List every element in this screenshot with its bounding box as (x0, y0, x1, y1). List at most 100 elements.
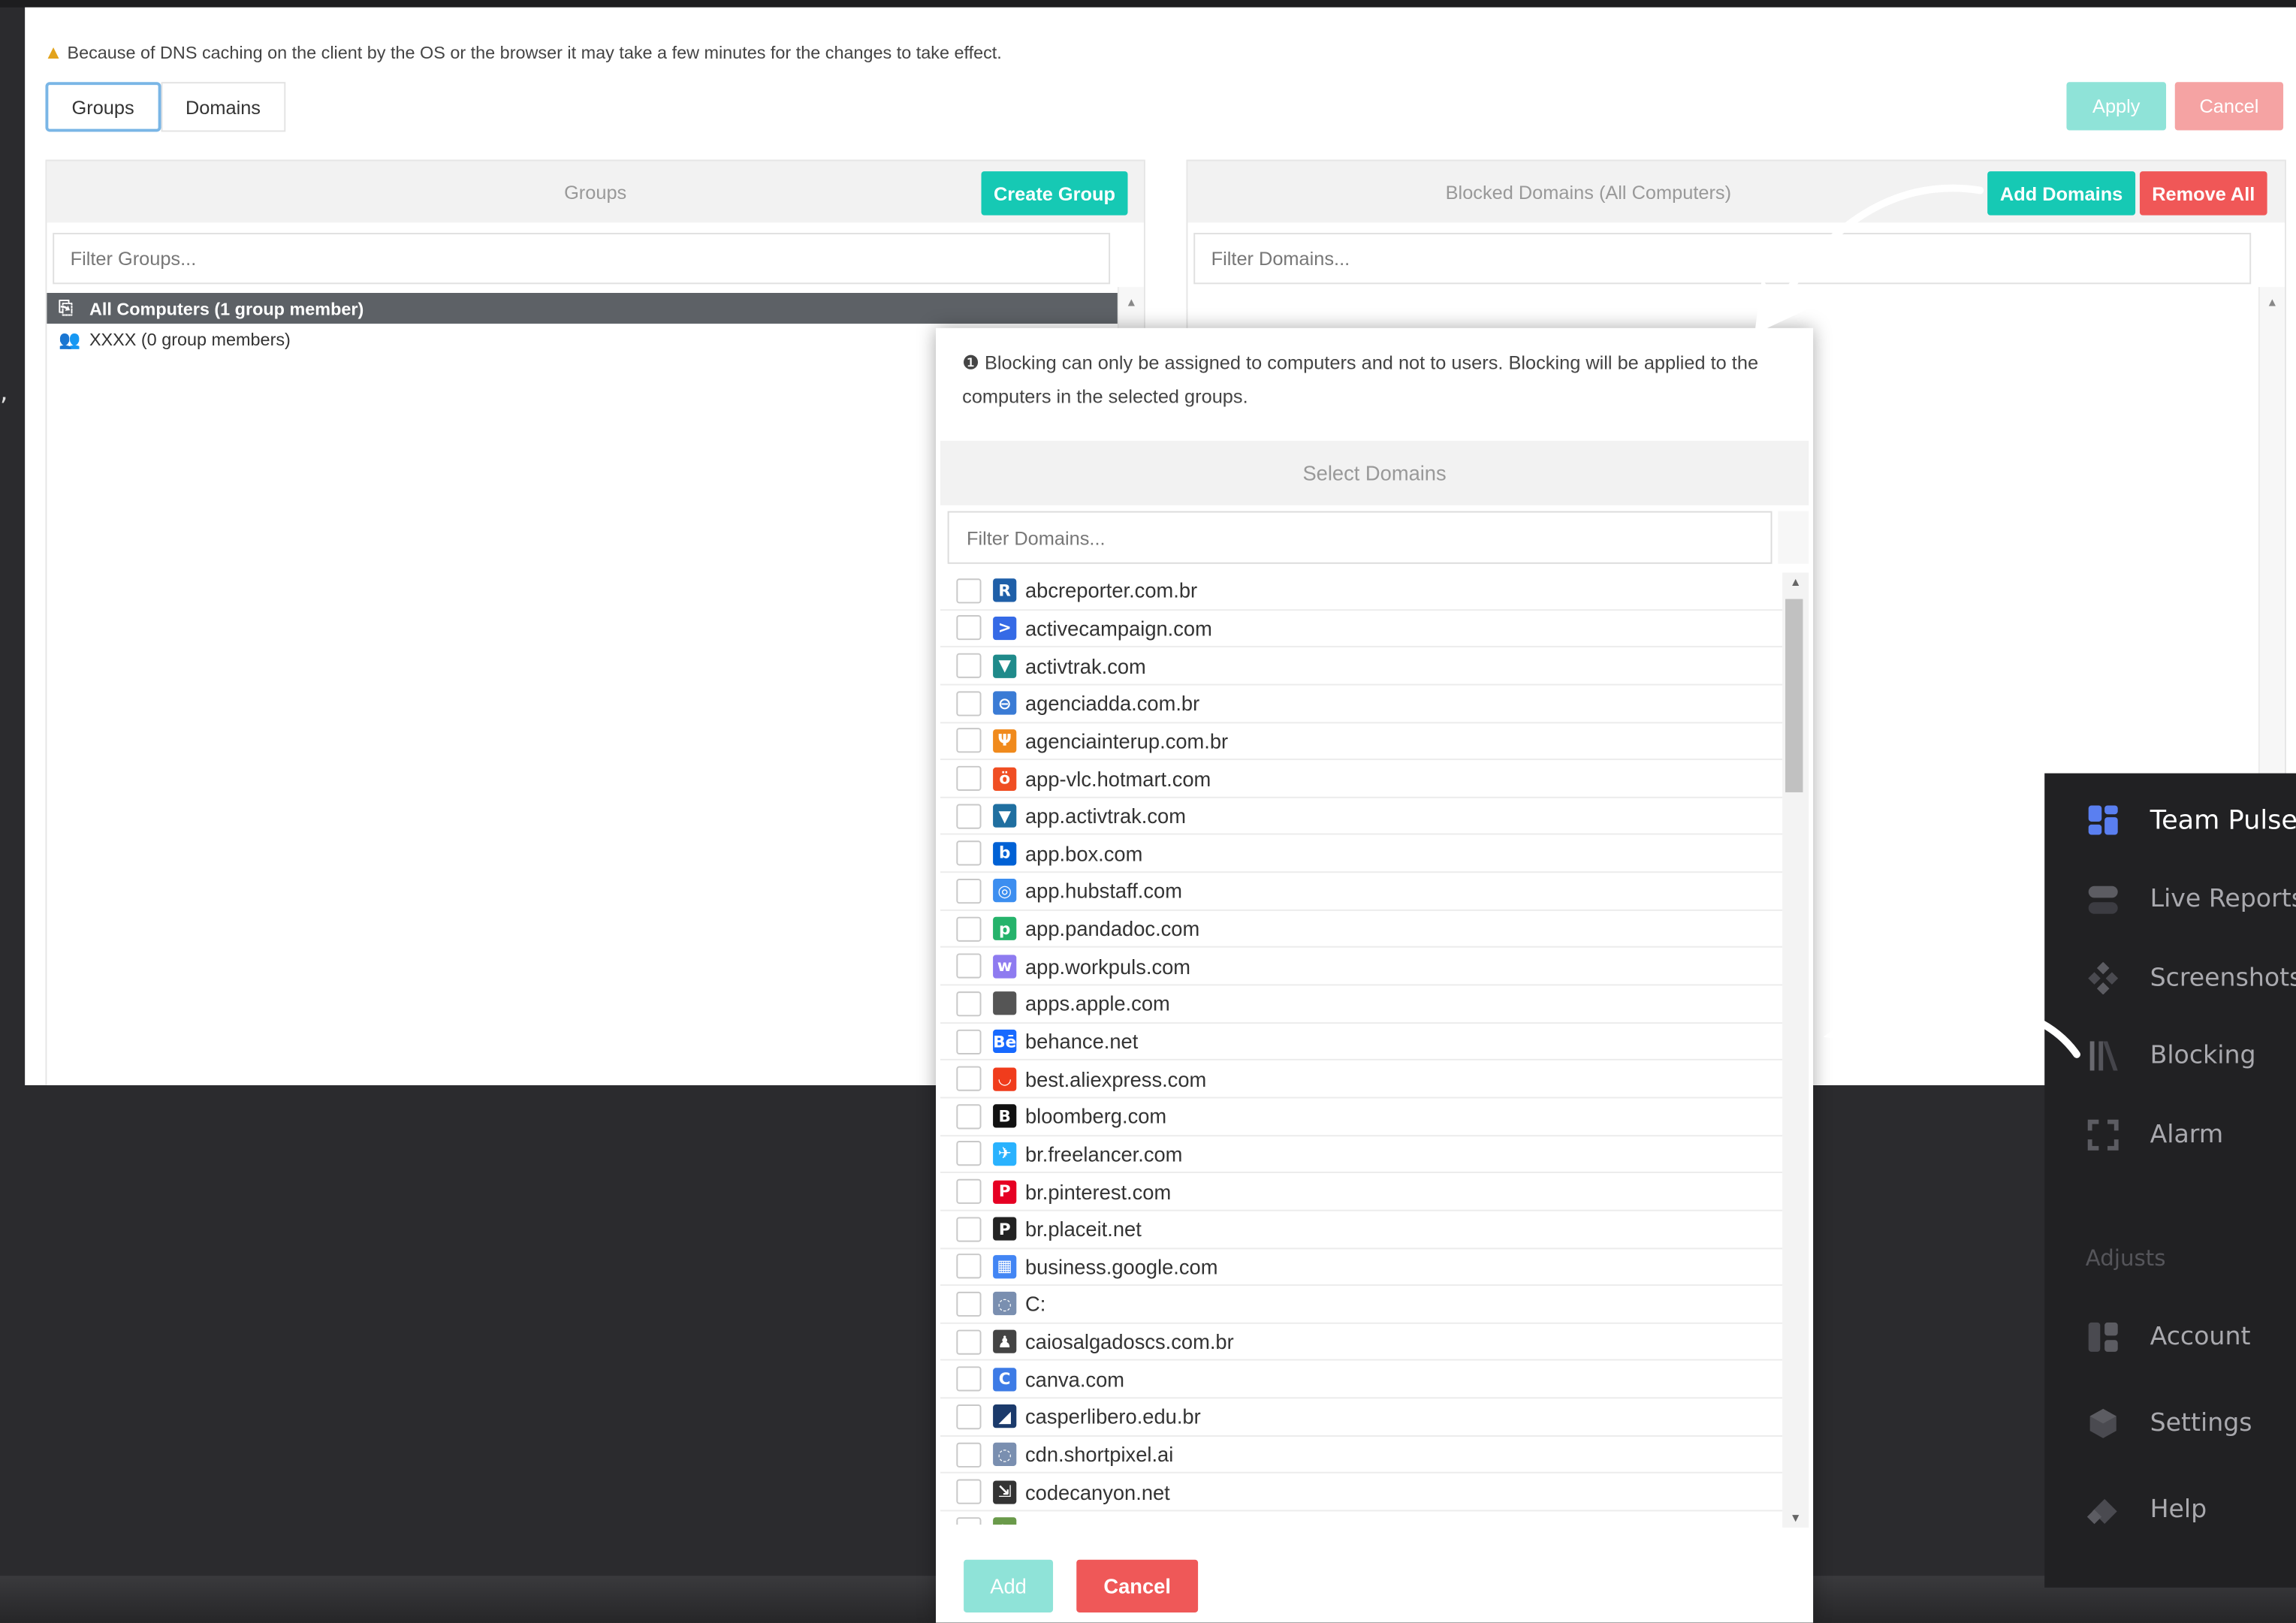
group-item-xxxx[interactable]: 👥 XXXX (0 group members) (47, 324, 925, 354)
domain-checkbox[interactable] (956, 878, 982, 904)
domain-row[interactable]: ◢ casperlibero.edu.br (940, 1398, 1783, 1437)
domain-checkbox[interactable] (956, 953, 982, 979)
create-group-button[interactable]: Create Group (981, 171, 1128, 216)
select-domains-modal: ❶ Blocking can only be assigned to compu… (936, 327, 1814, 1623)
domain-row[interactable]: Pbr.placeit.net (940, 1211, 1783, 1249)
domain-row[interactable]: ◗ (940, 1511, 1782, 1525)
group-item-label: XXXX (0 group members) (89, 328, 291, 350)
domain-checkbox[interactable] (956, 1178, 982, 1205)
domain-checkbox[interactable] (956, 840, 982, 867)
modal-cancel-button[interactable]: Cancel (1076, 1559, 1199, 1612)
favicon-icon: b (993, 841, 1017, 866)
sidebar-item-label: Account (2150, 1322, 2251, 1352)
domain-checkbox[interactable] (956, 1404, 982, 1430)
domain-checkbox[interactable] (956, 803, 982, 829)
domain-row[interactable]: ⇲ codecanyon.net (940, 1474, 1783, 1512)
favicon-icon: ◡ (993, 1066, 1017, 1091)
domain-checkbox[interactable] (956, 1216, 982, 1242)
domain-name: br.placeit.net (1025, 1217, 1142, 1241)
sidebar-item-account[interactable]: Account (2086, 1320, 2251, 1355)
scroll-up-icon[interactable]: ▲ (1782, 575, 1809, 589)
domain-checkbox[interactable] (956, 1141, 982, 1167)
domain-row[interactable]: ⊖ agenciadda.com.br (940, 685, 1783, 723)
toggle-icon (2086, 882, 2121, 917)
domain-checkbox[interactable] (956, 1441, 982, 1468)
domain-name: caiosalgadoscs.com.br (1025, 1329, 1234, 1354)
domain-checkbox[interactable] (956, 991, 982, 1017)
stage: , ▲ Because of DNS caching on the client … (0, 0, 2296, 1623)
add-domains-button[interactable]: Add Domains (1987, 171, 2136, 216)
sidebar-item-settings[interactable]: Settings (2086, 1406, 2252, 1441)
apply-button[interactable]: Apply (2066, 82, 2167, 131)
domain-row[interactable]: apps.apple.com (940, 985, 1783, 1024)
domain-row[interactable]: ✈ br.freelancer.com (940, 1136, 1783, 1174)
scroll-up-icon[interactable]: ▲ (1119, 296, 1144, 309)
domain-row[interactable]: Bbloomberg.com (940, 1098, 1783, 1136)
domain-checkbox[interactable] (956, 615, 982, 641)
domain-row[interactable]: Pbr.pinterest.com (940, 1173, 1783, 1211)
domain-checkbox[interactable] (956, 1066, 982, 1092)
domain-row[interactable]: ▼ activtrak.com (940, 647, 1783, 686)
cancel-button[interactable]: Cancel (2174, 82, 2284, 131)
domain-checkbox[interactable] (956, 728, 982, 754)
sidebar-item-label: Help (2150, 1495, 2207, 1525)
domain-row[interactable]: Rabcreporter.com.br (940, 572, 1783, 611)
domain-name: app.activtrak.com (1025, 804, 1186, 828)
scroll-up-icon[interactable]: ▲ (2260, 296, 2285, 309)
domain-checkbox[interactable] (956, 765, 982, 792)
sidebar-item-help[interactable]: Help (2086, 1492, 2207, 1528)
domain-row[interactable]: w app.workpuls.com (940, 948, 1783, 986)
domain-row[interactable]: ◎ app.hubstaff.com (940, 873, 1783, 911)
domain-list-scrollbar[interactable]: ▲ ▼ (1782, 572, 1809, 1528)
domain-checkbox[interactable] (956, 1103, 982, 1130)
sidebar-item-alarm[interactable]: Alarm (2086, 1118, 2223, 1153)
domain-checkbox[interactable] (956, 1366, 982, 1392)
blocked-domains-title: Blocked Domains (All Computers) (1445, 180, 1732, 204)
group-item-all-computers[interactable]: ⎘ All Computers (1 group member) (47, 293, 1118, 324)
domain-checkbox[interactable] (956, 1028, 982, 1054)
domain-row[interactable]: ö app-vlc.hotmart.com (940, 760, 1783, 798)
favicon-icon: ◗ (993, 1517, 1017, 1525)
domain-row[interactable]: ◌ cdn.shortpixel.ai (940, 1436, 1783, 1474)
tab-groups[interactable]: Groups (45, 82, 161, 132)
domain-row[interactable]: ♟ caiosalgadoscs.com.br (940, 1323, 1783, 1362)
scrollbar-thumb[interactable] (1785, 599, 1803, 792)
domain-row[interactable]: p app.pandadoc.com (940, 910, 1783, 949)
domain-checkbox[interactable] (956, 1329, 982, 1355)
domain-checkbox[interactable] (956, 916, 982, 942)
warning-icon: ▲ (44, 41, 63, 63)
domain-row[interactable]: b app.box.com (940, 835, 1783, 873)
domain-row[interactable]: Ψagenciainterup.com.br (940, 723, 1783, 761)
sidebar-item-team-pulse[interactable]: Team Pulse (2086, 803, 2296, 838)
domain-checkbox[interactable] (956, 1479, 982, 1505)
domain-row[interactable]: ▼ app.activtrak.com (940, 798, 1783, 836)
filter-domains-input[interactable]: Filter Domains... (1193, 233, 2252, 285)
add-button[interactable]: Add (964, 1559, 1054, 1612)
background-text-fragment: , (0, 378, 8, 408)
domain-checkbox[interactable] (956, 653, 982, 679)
domain-row[interactable]: Ccanva.com (940, 1361, 1783, 1399)
domain-name: behance.net (1025, 1029, 1139, 1054)
domain-name: app.box.com (1025, 841, 1143, 866)
domain-row[interactable]: ◌ C: (940, 1286, 1783, 1324)
domain-checkbox[interactable] (956, 1291, 982, 1317)
domain-checkbox[interactable] (956, 690, 982, 716)
sidebar-item-blocking[interactable]: Blocking (2086, 1039, 2256, 1074)
domain-row[interactable]: > activecampaign.com (940, 610, 1783, 648)
sidebar-item-live-reports[interactable]: Live Reports (2086, 882, 2296, 917)
domain-row[interactable]: ◡ best.aliexpress.com (940, 1060, 1783, 1099)
remove-all-button[interactable]: Remove All (2139, 171, 2267, 216)
domain-row[interactable]: ▦ business.google.com (940, 1248, 1783, 1287)
domain-checkbox[interactable] (956, 1516, 982, 1525)
scroll-down-icon[interactable]: ▼ (1782, 1511, 1809, 1525)
domain-checkbox[interactable] (956, 1253, 982, 1280)
domain-row[interactable]: Bē behance.net (940, 1023, 1783, 1061)
domain-checkbox[interactable] (956, 578, 982, 604)
users-icon: 👥 (59, 328, 81, 350)
sidebar-item-screenshots[interactable]: Screenshots (2086, 961, 2296, 996)
domain-name: app.pandadoc.com (1025, 916, 1200, 941)
modal-filter-domains-input[interactable]: Filter Domains... (947, 511, 1773, 564)
filter-groups-input[interactable]: Filter Groups... (53, 233, 1111, 285)
top-bar (0, 0, 2296, 8)
tab-domains[interactable]: Domains (160, 82, 286, 132)
